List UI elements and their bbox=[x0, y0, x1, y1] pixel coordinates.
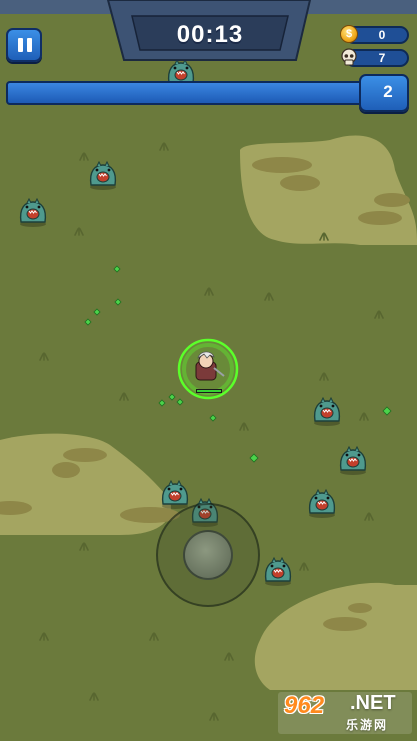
joystick-knob[interactable] bbox=[183, 530, 233, 580]
watermark-chinese: 乐游网 bbox=[346, 718, 389, 732]
watermark-number: 962 bbox=[284, 692, 325, 719]
level-number: 2 bbox=[383, 82, 393, 101]
pause-icon bbox=[18, 38, 23, 52]
pause-button[interactable] bbox=[6, 28, 42, 62]
skull-icon bbox=[341, 48, 357, 66]
experience-bar bbox=[6, 81, 366, 105]
timer-display: 00:13 bbox=[176, 21, 244, 48]
coin-icon: $ bbox=[340, 25, 358, 43]
player-character bbox=[177, 338, 239, 400]
watermark-suffix: .NET bbox=[350, 692, 396, 714]
game-field bbox=[0, 0, 417, 741]
